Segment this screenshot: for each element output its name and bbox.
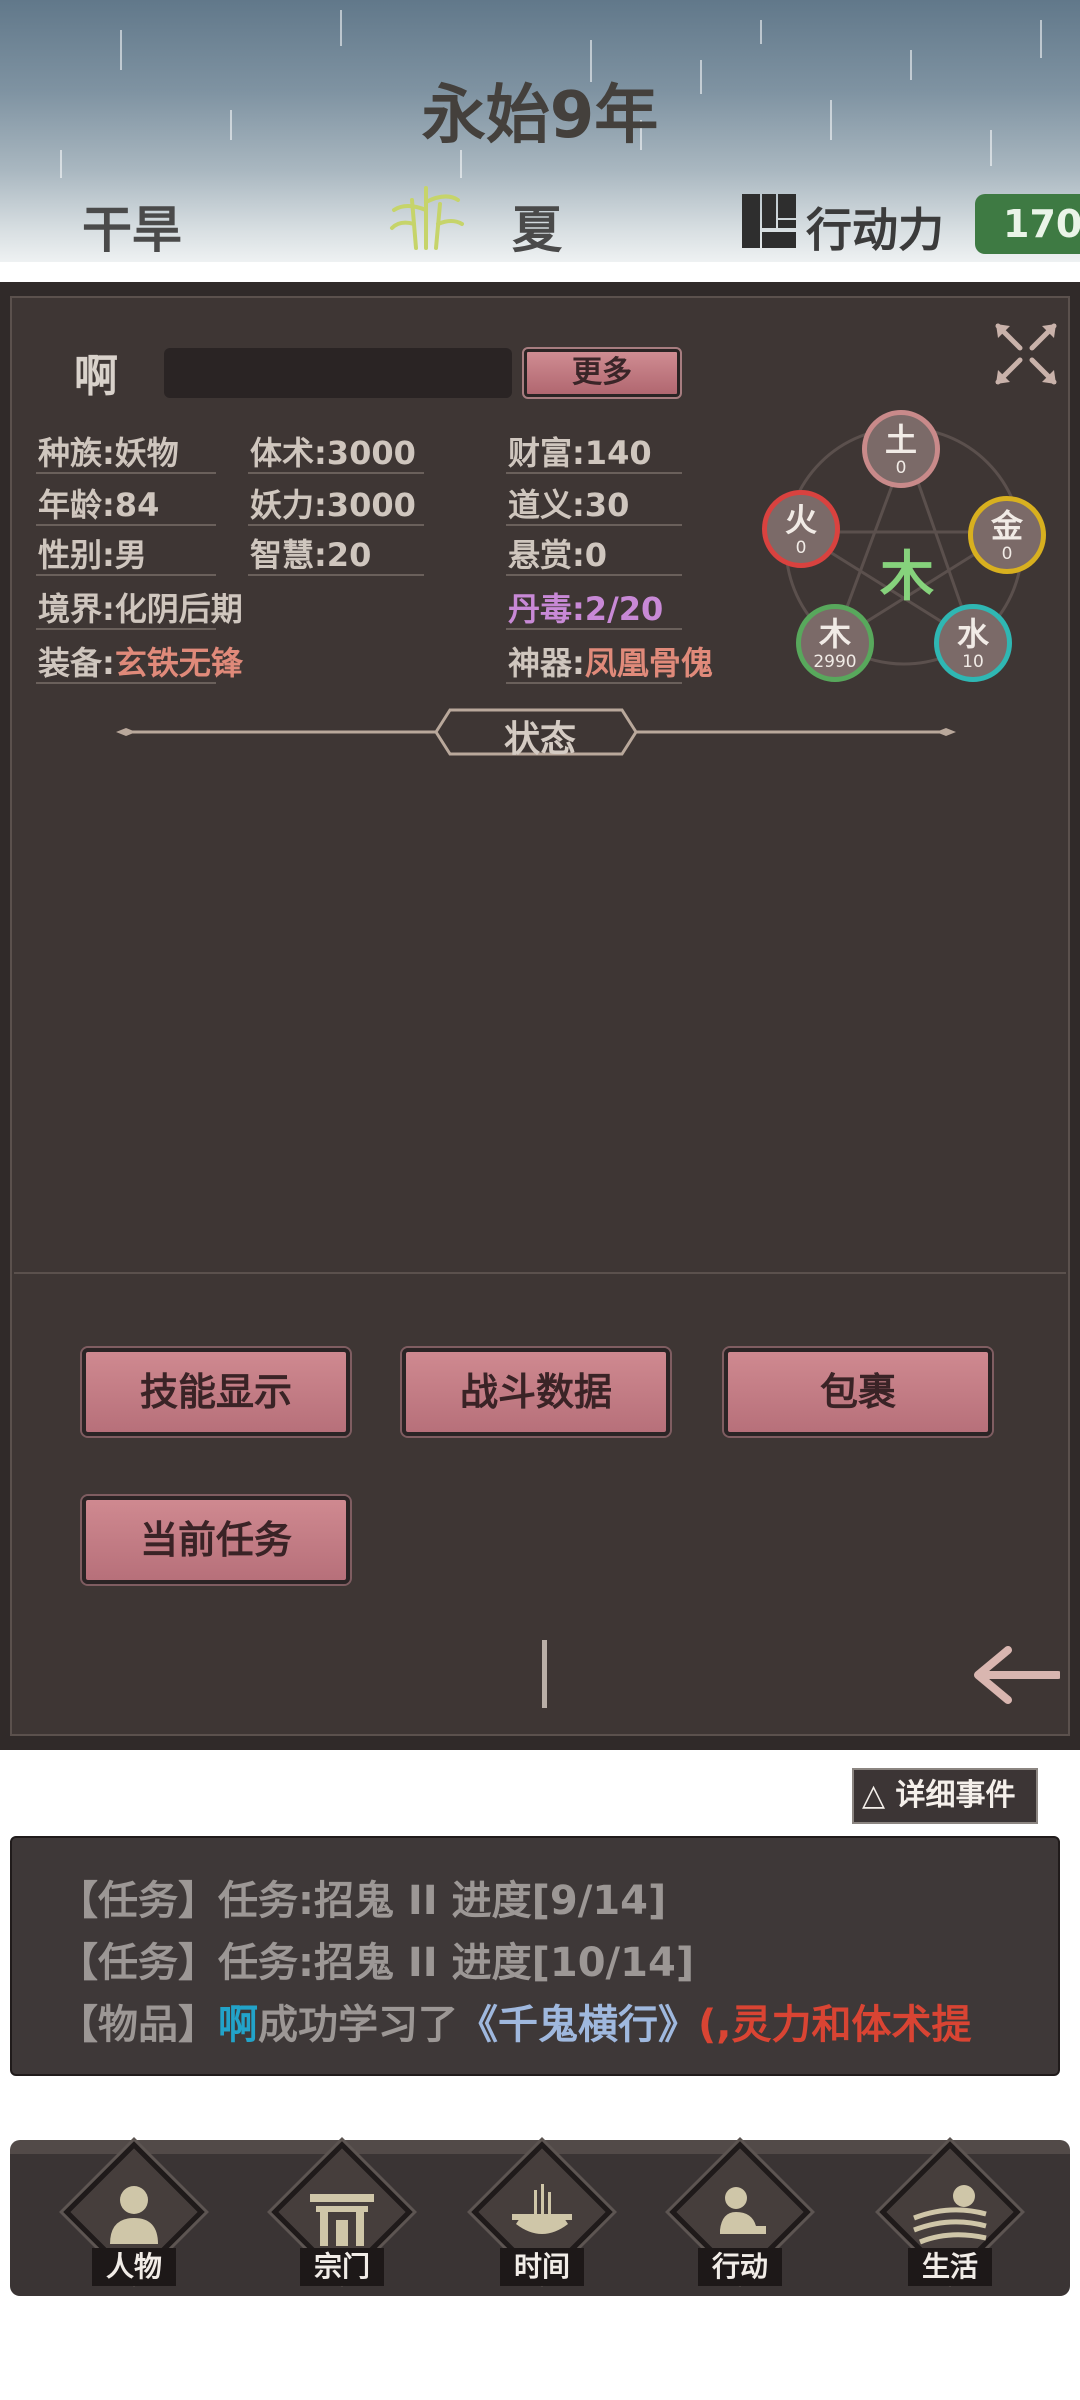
nav-label: 时间 xyxy=(500,2248,584,2286)
stat-wisdom: 智慧:20 xyxy=(250,536,372,574)
stat-underline xyxy=(506,574,682,576)
stat-artifact-value[interactable]: 凤凰骨傀 xyxy=(585,644,713,682)
element-fire-name: 火 xyxy=(784,501,817,539)
element-fire-value: 0 xyxy=(795,538,807,558)
detailed-events-toggle[interactable]: △ 详细事件 xyxy=(852,1768,1038,1824)
stat-body: 体术:3000 xyxy=(250,434,416,472)
incense-burner-icon xyxy=(512,2184,572,2234)
stat-realm: 境界:化阴后期 xyxy=(38,590,243,628)
element-metal-name: 金 xyxy=(990,507,1023,545)
stat-gender: 性别:男 xyxy=(38,536,147,574)
event-text: 任务:招鬼 II 进度[10/14] xyxy=(218,1940,695,1986)
action-points-value: 170 xyxy=(975,194,1080,254)
event-tag: 【任务】 xyxy=(58,1940,218,1986)
nav-character[interactable]: 人物 xyxy=(54,2141,205,2290)
stat-underline xyxy=(506,472,682,474)
season-label: 夏 xyxy=(512,201,562,259)
stat-underline xyxy=(248,524,424,526)
stat-underline xyxy=(248,574,424,576)
nav-life[interactable]: 生活 xyxy=(870,2141,1021,2290)
stat-equipment-label: 装备: xyxy=(38,644,115,682)
stat-underline xyxy=(248,472,424,474)
event-tag: 【物品】 xyxy=(58,2002,218,2048)
element-wood-name: 木 xyxy=(818,615,851,653)
stat-demon-power: 妖力:3000 xyxy=(250,486,416,524)
back-arrow-icon[interactable] xyxy=(972,1646,1060,1704)
stat-underline xyxy=(36,682,216,684)
element-water-name: 水 xyxy=(956,615,989,653)
element-earth[interactable]: 土 0 xyxy=(862,410,940,488)
stat-equipment: 装备:玄铁无锋 xyxy=(38,638,243,684)
element-wood[interactable]: 木 2990 xyxy=(796,604,874,682)
action-points-icon xyxy=(742,194,796,248)
event-tag: 【任务】 xyxy=(58,1878,218,1924)
dominant-element: 木 xyxy=(880,545,934,608)
element-water[interactable]: 水 10 xyxy=(934,604,1012,682)
header-divider xyxy=(0,262,1080,274)
action-points-label: 行动力 xyxy=(806,203,944,257)
nav-action[interactable]: 行动 xyxy=(660,2141,811,2290)
stat-equipment-value[interactable]: 玄铁无锋 xyxy=(115,644,243,682)
stat-righteousness: 道义:30 xyxy=(508,486,630,524)
element-metal-value: 0 xyxy=(1001,544,1013,564)
scroll-indicator xyxy=(542,1640,547,1708)
stat-underline xyxy=(506,524,682,526)
nav-label: 宗门 xyxy=(300,2248,384,2286)
stat-wealth: 财富:140 xyxy=(508,434,652,472)
battle-data-button[interactable]: 战斗数据 xyxy=(402,1348,670,1436)
event-log-line: 【任务】任务:招鬼 II 进度[9/14] xyxy=(58,1868,666,1926)
person-icon xyxy=(110,2186,158,2244)
sect-gate-icon xyxy=(310,2194,374,2246)
event-character-name: 啊 xyxy=(218,2002,258,2048)
element-earth-name: 土 xyxy=(884,421,917,459)
stat-underline xyxy=(36,574,216,576)
weather-label: 干旱 xyxy=(82,201,182,259)
event-text: 成功学习了 xyxy=(258,2002,458,2048)
stat-artifact: 神器:凤凰骨傀 xyxy=(508,638,713,684)
bamboo-season-icon xyxy=(390,186,464,250)
stat-underline xyxy=(36,472,216,474)
close-icon[interactable] xyxy=(992,320,1060,388)
nav-time[interactable]: 时间 xyxy=(462,2141,613,2290)
stat-underline xyxy=(36,628,216,630)
element-water-value: 10 xyxy=(962,652,984,672)
current-quest-button[interactable]: 当前任务 xyxy=(82,1496,350,1584)
stat-underline xyxy=(506,628,682,630)
stat-underline xyxy=(36,524,216,526)
nav-sect[interactable]: 宗门 xyxy=(262,2141,413,2290)
event-log-line: 【物品】啊成功学习了《千鬼横行》(,灵力和体术提 xyxy=(58,1992,971,2050)
skills-button[interactable]: 技能显示 xyxy=(82,1348,350,1436)
stat-artifact-label: 神器: xyxy=(508,644,585,682)
meditating-figure-icon xyxy=(720,2187,766,2234)
event-text: 任务:招鬼 II 进度[9/14] xyxy=(218,1878,667,1924)
character-title-field xyxy=(164,348,512,398)
status-section-title: 状态 xyxy=(503,719,576,760)
event-effect-text: (,灵力和体术提 xyxy=(698,2002,972,2048)
event-book-title: 《千鬼横行》 xyxy=(458,2002,698,2048)
element-fire[interactable]: 火 0 xyxy=(762,490,840,568)
field-sun-icon xyxy=(913,2185,987,2245)
nav-label: 行动 xyxy=(698,2248,782,2286)
more-button[interactable]: 更多 xyxy=(522,347,682,399)
element-metal[interactable]: 金 0 xyxy=(968,496,1046,574)
year-title: 永始9年 xyxy=(421,79,659,153)
bag-button[interactable]: 包裹 xyxy=(724,1348,992,1436)
stat-bounty: 悬赏:0 xyxy=(508,536,608,574)
character-name: 啊 xyxy=(74,351,118,402)
element-wood-value: 2990 xyxy=(813,652,857,672)
stat-pill-poison: 丹毒:2/20 xyxy=(508,590,664,628)
nav-label: 人物 xyxy=(92,2248,176,2286)
element-earth-value: 0 xyxy=(895,458,907,478)
stat-age: 年龄:84 xyxy=(38,486,160,524)
event-log-line: 【任务】任务:招鬼 II 进度[10/14] xyxy=(58,1930,694,1988)
panel-section-divider xyxy=(14,1272,1066,1274)
stat-underline xyxy=(506,682,682,684)
nav-label: 生活 xyxy=(908,2248,992,2286)
stat-race: 种族:妖物 xyxy=(38,434,179,472)
